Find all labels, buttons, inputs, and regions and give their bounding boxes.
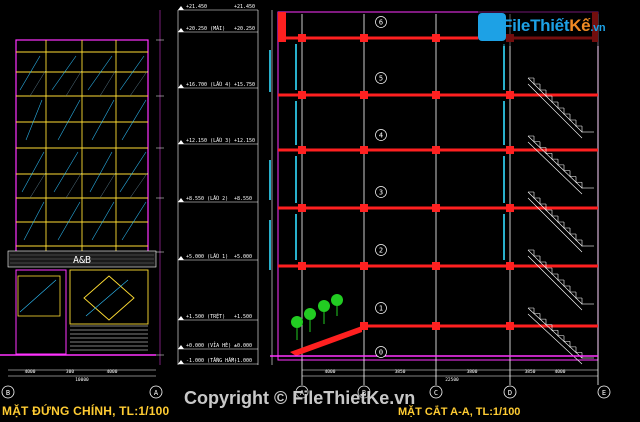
svg-text:0: 0	[379, 349, 383, 357]
dim-right: 3850	[395, 369, 406, 375]
curtain-wall	[16, 40, 148, 252]
entrance-diamond	[83, 275, 135, 321]
level-label: +16.700 (LẦU 4)	[186, 81, 231, 88]
dim-right: 3800	[467, 369, 478, 375]
entrance-steps	[70, 325, 148, 351]
level-annotations	[159, 10, 273, 365]
title-main-elevation: MẶT ĐỨNG CHÍNH, TL:1/100	[2, 404, 170, 418]
cad-drawing-canvas: A&B +21.450 +21.450 +20.250 (MÁI) +20.250 +1…	[0, 4, 611, 399]
level-rows: +21.450 +21.450 +20.250 (MÁI) +20.250 +16.70…	[178, 4, 258, 365]
axis-bubble-right: D	[503, 385, 517, 399]
level-label: -1.000 (TẦNG HẦM)	[186, 357, 237, 364]
section-bubble: 5	[375, 72, 387, 84]
facade-mullions	[269, 44, 505, 270]
level-value: +21.450	[234, 4, 255, 10]
sign-text: A&B	[73, 255, 91, 266]
axis-bubble-right: E	[597, 385, 611, 399]
svg-text:C: C	[434, 389, 438, 397]
svg-text:5: 5	[379, 75, 383, 83]
floor-slabs	[278, 36, 598, 328]
level-value: +12.150	[234, 138, 255, 144]
entrance-glazing	[69, 269, 149, 325]
svg-text:6: 6	[379, 19, 383, 27]
axis-bubble-left: A	[149, 385, 163, 399]
level-label: +20.250 (MÁI)	[186, 25, 225, 32]
watermark-domain: .vn	[590, 22, 606, 34]
svg-text:E: E	[602, 389, 606, 397]
level-value: +15.750	[234, 82, 255, 88]
level-label: +1.500 (TRỆT)	[186, 312, 225, 320]
ground-left-bay	[15, 269, 67, 355]
svg-text:B: B	[6, 389, 10, 397]
section-bubble: 3	[375, 186, 387, 198]
dimension-lines	[8, 369, 598, 377]
level-value: -1.000	[234, 358, 252, 364]
dim-right: 4000	[555, 369, 566, 375]
section-bubbles: 6 5 4 3 2 1 0	[375, 16, 387, 358]
level-value: +5.000	[234, 254, 252, 260]
dim-left: 4000	[107, 369, 118, 375]
section-bubble: 0	[375, 346, 387, 358]
level-label: +8.550 (LẦU 2)	[186, 195, 228, 202]
axis-bubble-left: B	[1, 385, 15, 399]
staircases	[527, 77, 594, 365]
main-elevation: A&B	[0, 39, 157, 356]
level-value: ±0.000	[234, 343, 252, 349]
parapet-left	[278, 12, 286, 42]
dim-right: 3850	[525, 369, 536, 375]
svg-text:3: 3	[379, 189, 383, 197]
section-grid-axes	[301, 14, 599, 385]
dim-left: 10000	[75, 377, 89, 383]
dim-right: 22500	[445, 377, 459, 383]
title-section-aa: MẶT CẮT A-A, TL:1/100	[398, 406, 521, 418]
svg-text:2: 2	[379, 247, 383, 255]
dim-left: 4000	[25, 369, 36, 375]
copyright-watermark: Copyright © FileThietKe.vn	[184, 388, 416, 408]
level-value: +8.550	[234, 196, 252, 202]
level-label: +0.000 (VỈA HÈ)	[186, 341, 231, 349]
svg-text:1: 1	[379, 305, 383, 313]
dim-left: 300	[66, 369, 74, 375]
level-value: +20.250	[234, 26, 255, 32]
svg-text:4: 4	[379, 132, 383, 140]
level-label: +21.450	[186, 4, 207, 10]
entrance-ramp	[290, 326, 362, 356]
section-bubble: 4	[375, 129, 387, 141]
section-bubble: 2	[375, 244, 387, 256]
dim-right: 4000	[325, 369, 336, 375]
watermark-logo: FileThiếtKế.vn	[478, 8, 634, 46]
level-label: +5.000 (LẦU 1)	[186, 253, 228, 260]
level-label: +12.150 (LẦU 3)	[186, 137, 231, 144]
watermark-prefix: File	[502, 16, 531, 35]
watermark-middle: Thiết	[530, 16, 570, 35]
column-nodes	[298, 34, 514, 330]
section-bubble: 6	[375, 16, 387, 28]
axis-bubble-right: C	[429, 385, 443, 399]
section-bubble: 1	[375, 302, 387, 314]
trees	[291, 294, 343, 340]
watermark-text: FileThiếtKế.vn	[502, 16, 606, 36]
section-a-a: 6 5 4 3 2 1 0	[269, 11, 599, 385]
glass-hatch-fine	[29, 69, 149, 199]
level-value: +1.500	[234, 314, 252, 320]
watermark-suffix: Kế	[569, 16, 591, 35]
svg-text:D: D	[508, 389, 512, 397]
